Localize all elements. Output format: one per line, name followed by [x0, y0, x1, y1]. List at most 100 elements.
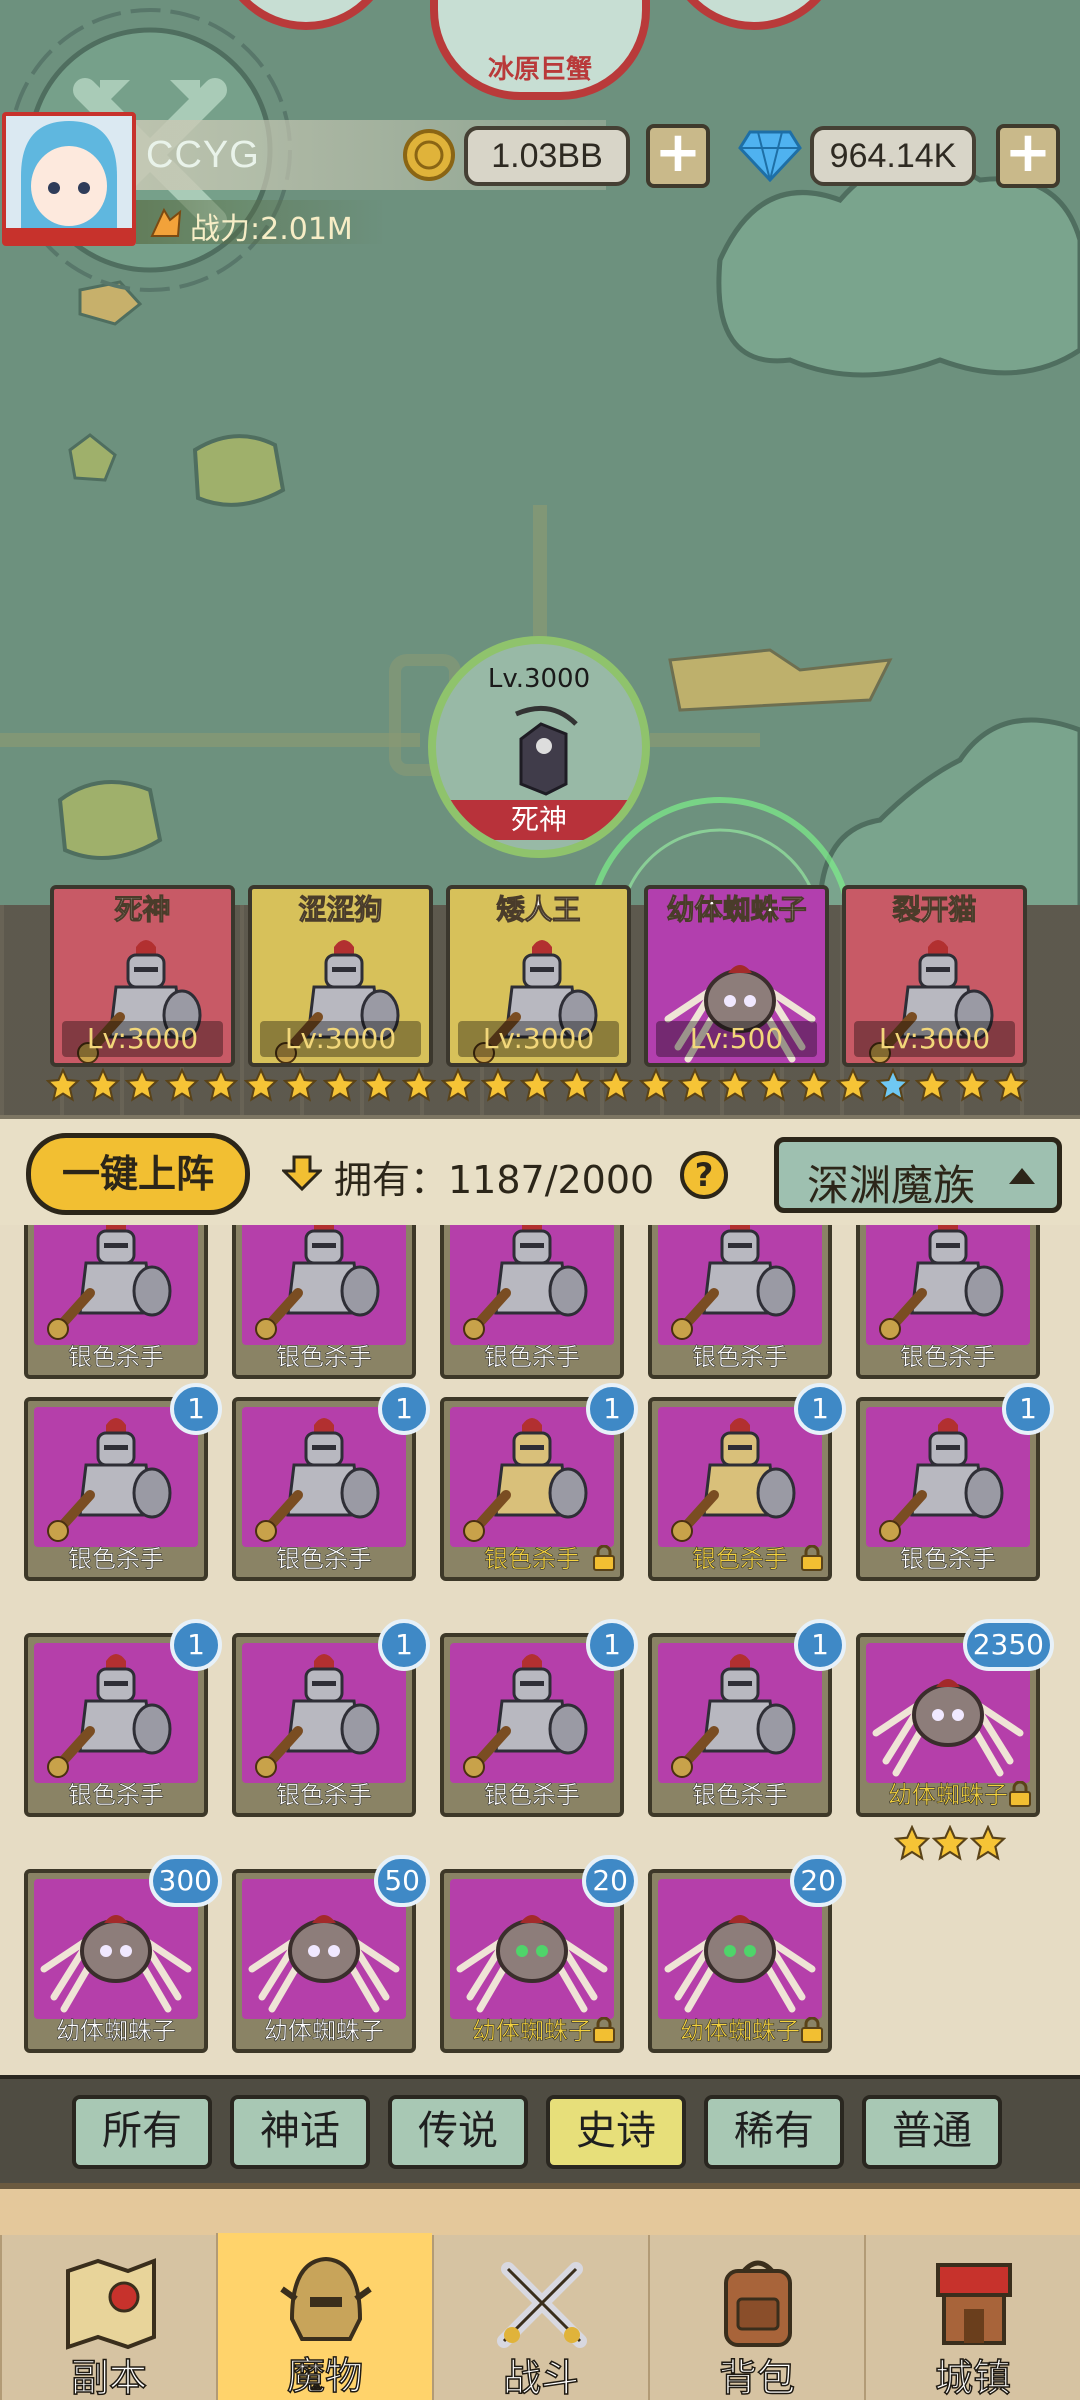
card-art [866, 1225, 1030, 1345]
monster-card[interactable]: 银色杀手 1 [232, 1383, 430, 1581]
crossed-swords-icon [497, 2262, 587, 2348]
lineup-card[interactable]: 矮人王 Lv:3000 [446, 885, 631, 1067]
card-art [866, 1407, 1030, 1547]
star-icon [441, 1068, 475, 1102]
star-icon [757, 1068, 791, 1102]
lineup-card-level: Lv:500 [656, 1021, 817, 1057]
rarity-tab[interactable]: 稀有 [704, 2095, 844, 2169]
rarity-tab[interactable]: 所有 [72, 2095, 212, 2169]
nav-map[interactable]: 副本 [0, 2235, 216, 2400]
nav-crossed-swords[interactable]: 战斗 [432, 2235, 648, 2400]
monster-card[interactable]: 银色杀手 1 [648, 1619, 846, 1817]
monster-name: 幼体蜘蛛子 [264, 2017, 385, 2046]
monster-card[interactable]: 银色杀手 1 [24, 1383, 222, 1581]
monster-card[interactable]: 银色杀手 1 [24, 1619, 222, 1817]
star-icon [125, 1068, 159, 1102]
card-art [450, 1225, 614, 1345]
count-badge: 300 [148, 1855, 222, 1907]
lineup-card-level: Lv:3000 [62, 1021, 223, 1057]
monster-card[interactable]: 银色杀手 1 [856, 1383, 1054, 1581]
nav-backpack[interactable]: 背包 [648, 2235, 864, 2400]
map-icon [66, 2258, 156, 2350]
monster-card[interactable]: 银色杀手 1 [440, 1383, 638, 1581]
monster-card[interactable]: 银色杀手 [24, 1225, 208, 1379]
monster-card[interactable]: 银色杀手 [856, 1225, 1040, 1379]
star-icon [932, 1825, 968, 1861]
nav-shop[interactable]: 城镇 [864, 2235, 1080, 2400]
lineup-card[interactable]: 涩涩狗 Lv:3000 [248, 885, 433, 1067]
rarity-tab[interactable]: 史诗 [546, 2095, 686, 2169]
help-icon[interactable]: ? [680, 1151, 728, 1199]
lock-icon [801, 1545, 823, 1571]
monster-card[interactable]: 银色杀手 1 [440, 1619, 638, 1817]
monster-card[interactable]: 银色杀手 [440, 1225, 624, 1379]
count-badge: 1 [170, 1383, 222, 1435]
count-badge: 1 [1002, 1383, 1054, 1435]
main-hero-node[interactable]: Lv.3000 死神 [428, 636, 650, 858]
monster-card[interactable]: 幼体蜘蛛子 20 [440, 1855, 638, 2053]
knight-icon [47, 1225, 172, 1340]
backpack-icon [724, 2260, 792, 2347]
faction-select[interactable]: 深渊魔族 [774, 1137, 1062, 1213]
add-gems-button[interactable]: + [996, 124, 1060, 188]
nav-label: 城镇 [934, 2355, 1012, 2400]
auto-deploy-button[interactable]: 一键上阵 [26, 1133, 250, 1215]
count-badge: 1 [170, 1619, 222, 1671]
lineup-card-name: 幼体蜘蛛子 [666, 893, 807, 927]
arrow-down-icon [282, 1155, 322, 1192]
count-badge: 20 [582, 1855, 638, 1907]
star-icon [322, 1068, 357, 1102]
knight-icon [47, 1418, 172, 1542]
monster-name: 银色杀手 [900, 1343, 997, 1372]
nav-label: 魔物 [286, 2353, 364, 2399]
lineup-card-name: 矮人王 [496, 893, 581, 927]
monster-name: 银色杀手 [68, 1781, 165, 1810]
monster-card[interactable]: 幼体蜘蛛子 50 [232, 1855, 430, 2053]
lineup-card-level: Lv:3000 [854, 1021, 1015, 1057]
star-icon [717, 1068, 752, 1102]
knight-icon [879, 1225, 1004, 1340]
monster-card[interactable]: 银色杀手 1 [648, 1383, 846, 1581]
monster-card[interactable]: 幼体蜘蛛子 2350 [856, 1619, 1054, 1861]
player-name: CCYG [146, 134, 260, 176]
star-icon [970, 1825, 1006, 1861]
lock-icon [593, 2017, 615, 2043]
monster-name: 银色杀手 [276, 1343, 373, 1372]
knight-icon [671, 1225, 796, 1340]
monster-card[interactable]: 银色杀手 [232, 1225, 416, 1379]
star-icon [401, 1068, 436, 1102]
star-icon [836, 1068, 870, 1102]
knight-icon [671, 1654, 796, 1778]
star-icon [796, 1068, 831, 1102]
knight-icon [879, 1418, 1004, 1542]
lineup-card[interactable]: 幼体蜘蛛子 Lv:500 [644, 885, 829, 1067]
lineup-card[interactable]: 裂开猫 Lv:3000 [842, 885, 1027, 1067]
monster-card[interactable]: 幼体蜘蛛子 300 [24, 1855, 222, 2053]
owned-count: 拥有：1187/2000 [334, 1158, 655, 1202]
star-icon [678, 1068, 712, 1102]
count-badge: 20 [790, 1855, 846, 1907]
knight-icon [255, 1654, 380, 1778]
monster-card[interactable]: 幼体蜘蛛子 20 [648, 1855, 846, 2053]
lock-icon [1009, 1781, 1031, 1807]
shop-icon [936, 2263, 1012, 2345]
rarity-tab[interactable]: 普通 [862, 2095, 1002, 2169]
reaper-icon [515, 705, 578, 796]
rarity-tab[interactable]: 神话 [230, 2095, 370, 2169]
combat-power: 战力:2.01M [190, 212, 353, 247]
lineup-card[interactable]: 死神 Lv:3000 [50, 885, 235, 1067]
nav-helmet[interactable]: 魔物 [216, 2233, 432, 2400]
card-art [34, 1225, 198, 1345]
card-art [658, 1225, 822, 1345]
monster-card[interactable]: 银色杀手 [648, 1225, 832, 1379]
rarity-tab[interactable]: 传说 [388, 2095, 528, 2169]
player-avatar[interactable] [2, 112, 136, 246]
add-coins-button[interactable]: + [646, 124, 710, 188]
monster-card[interactable]: 银色杀手 1 [232, 1619, 430, 1817]
lock-icon [593, 1545, 615, 1571]
star-icon [164, 1068, 199, 1102]
card-art [450, 1643, 614, 1783]
knight-icon [671, 1418, 796, 1542]
map-node-center[interactable]: 冰原巨蟹 [430, 0, 650, 100]
nav-label: 副本 [70, 2355, 148, 2400]
